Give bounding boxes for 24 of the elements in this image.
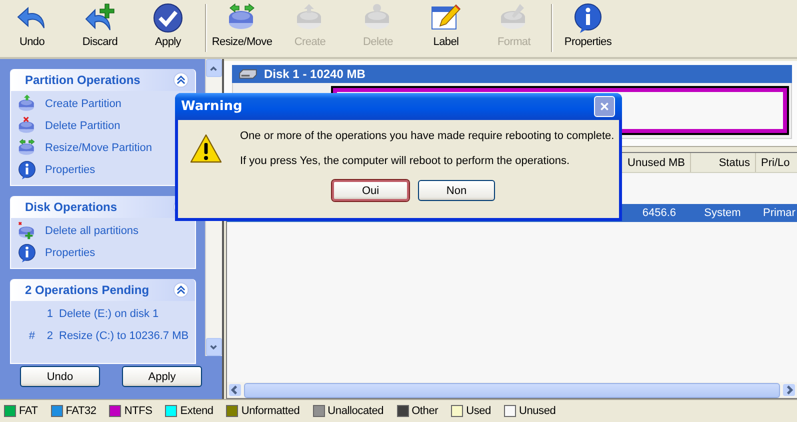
marker-text: # <box>28 330 35 342</box>
legend-label: Unformatted <box>241 405 300 417</box>
section-title: Partition Operations <box>25 73 140 87</box>
table-cell-text: System <box>703 206 742 221</box>
legend-label: FAT32 <box>66 405 96 417</box>
pending-operation: Resize (C:) to 10236.7 MB <box>59 330 189 342</box>
pending-operation: Delete (E:) on disk 1 <box>59 308 159 320</box>
legend-label: Other <box>412 405 438 417</box>
operation-number: 1 <box>46 308 53 320</box>
section-title: Disk Operations <box>25 200 118 214</box>
legend-label: Extend <box>180 405 214 417</box>
dialog-title: Warning <box>181 99 242 114</box>
disk-title: Disk 1 - 10240 MB <box>264 67 366 81</box>
legend-label: FAT <box>19 405 38 417</box>
dialog-message: If you press Yes, the computer will reboot to perform the operations. <box>240 155 571 167</box>
legend-label: NTFS <box>124 405 152 417</box>
legend-label: Used <box>466 405 491 417</box>
table-cell-text: Primar <box>762 206 796 221</box>
table-cell-text: 6456.6 <box>641 206 677 221</box>
section-title: 2 Operations Pending <box>25 283 150 297</box>
operation-number: 2 <box>46 330 53 342</box>
dialog-message: One or more of the operations you have made require rebooting to complete. <box>240 130 614 142</box>
legend-label: Unused <box>518 405 556 417</box>
legend-label: Unallocated <box>328 405 384 417</box>
